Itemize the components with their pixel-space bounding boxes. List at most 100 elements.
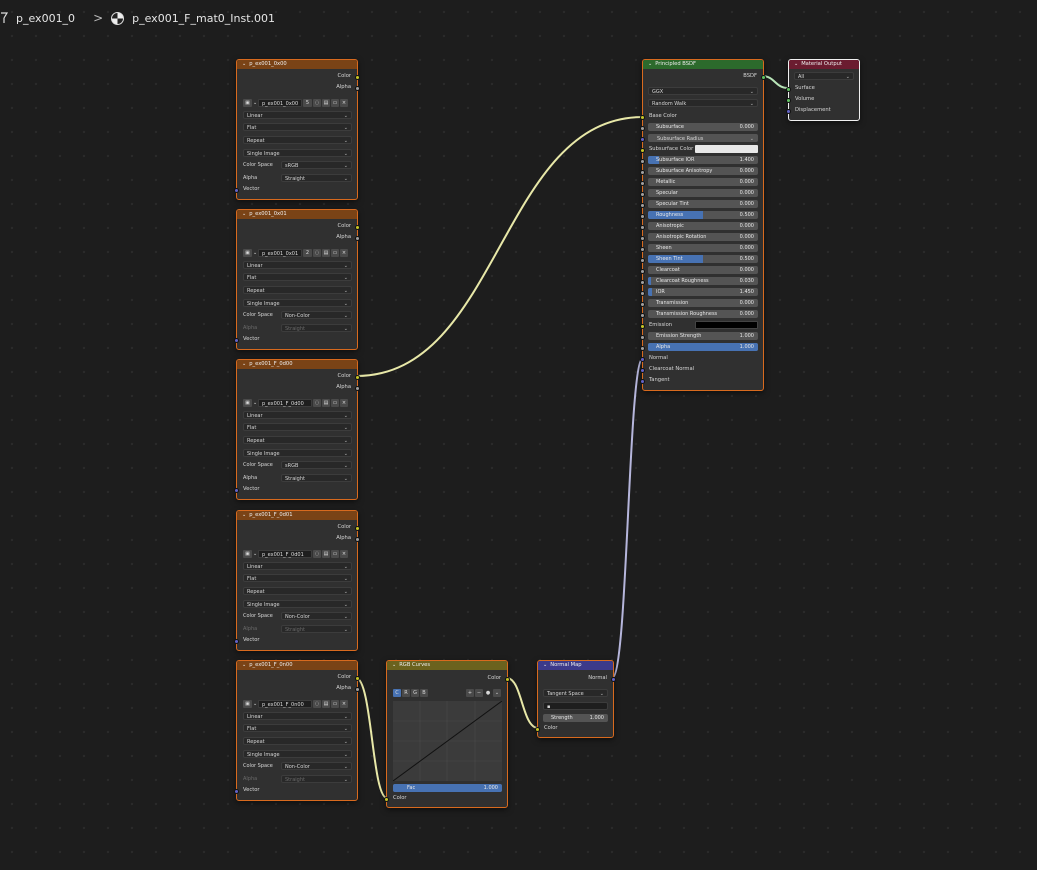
node-header[interactable]: ⌄ Principled BSDF xyxy=(643,60,763,69)
users-count[interactable]: 5 xyxy=(303,98,312,107)
node-header[interactable]: ⌄ Material Output xyxy=(789,60,859,69)
image-texture-node[interactable]: ⌄ p_ex001_F_0d01 Color Alpha ▣ ⌄ p_ex001_F_0d0… xyxy=(234,510,360,651)
image-browse-icon[interactable]: ▣ xyxy=(243,549,252,558)
fake-user-icon[interactable]: ◌ xyxy=(313,398,321,407)
subsurface-slider[interactable]: Subsurface 0.000 xyxy=(648,123,758,131)
color-output-socket[interactable] xyxy=(355,75,360,80)
subsurface-radius-dropdown[interactable]: Subsurface Radius ⌄ xyxy=(648,134,758,142)
channel-tab-g[interactable]: G xyxy=(411,689,419,697)
image-browse-icon[interactable]: ▣ xyxy=(243,248,252,257)
node-header[interactable]: ⌄ p_ex001_F_0d01 xyxy=(237,511,357,520)
subsurface-color-socket[interactable] xyxy=(640,148,645,153)
image-browse-icon[interactable]: ▣ xyxy=(243,398,252,407)
bsdf-slider[interactable]: Anisotropic 0.000 xyxy=(648,222,758,230)
base-color-socket[interactable] xyxy=(640,115,645,120)
volume-socket[interactable] xyxy=(786,98,791,103)
slider-socket[interactable] xyxy=(640,159,645,164)
interpolation-dropdown[interactable]: Linear ⌄ xyxy=(243,411,352,419)
image-texture-node[interactable]: ⌄ p_ex001_F_0n00 Color Alpha ▣ ⌄ p_ex001_F_0n0… xyxy=(234,660,360,801)
image-name-field[interactable]: p_ex001_F_0d01 xyxy=(258,549,312,558)
fake-user-icon[interactable]: ◌ xyxy=(313,248,321,257)
image-name-field[interactable]: p_ex001_F_0n00 xyxy=(258,699,312,708)
breadcrumb-object[interactable]: p_ex001_0 xyxy=(16,12,75,25)
source-dropdown[interactable]: Single Image ⌄ xyxy=(243,449,352,457)
fake-user-icon[interactable]: ◌ xyxy=(313,549,321,558)
alpha-output-socket[interactable] xyxy=(355,86,360,91)
slider-socket[interactable] xyxy=(640,214,645,219)
new-image-icon[interactable]: ▤ xyxy=(322,398,330,407)
collapse-arrow-icon[interactable]: ⌄ xyxy=(242,210,246,219)
collapse-arrow-icon[interactable]: ⌄ xyxy=(242,511,246,520)
channel-tab-r[interactable]: R xyxy=(402,689,410,697)
source-dropdown[interactable]: Single Image ⌄ xyxy=(243,750,352,758)
slider-socket[interactable] xyxy=(640,258,645,263)
bsdf-slider[interactable]: Transmission Roughness 0.000 xyxy=(648,310,758,318)
users-count[interactable]: 2 xyxy=(303,248,312,257)
slider-socket[interactable] xyxy=(640,302,645,307)
bsdf-slider[interactable]: Subsurface IOR 1.400 xyxy=(648,156,758,164)
fac-slider[interactable]: Fac 1.000 xyxy=(393,784,502,792)
color-space-dropdown[interactable]: sRGB ⌄ xyxy=(281,161,352,169)
image-browse-icon[interactable]: ▣ xyxy=(243,98,252,107)
emission-socket[interactable] xyxy=(640,324,645,329)
projection-dropdown[interactable]: Flat ⌄ xyxy=(243,123,352,131)
vector-input-socket[interactable] xyxy=(234,338,239,343)
subsurface-color-swatch[interactable] xyxy=(695,145,758,153)
bsdf-slider[interactable]: Clearcoat 0.000 xyxy=(648,266,758,274)
open-folder-icon[interactable]: ▭ xyxy=(331,248,339,257)
new-image-icon[interactable]: ▤ xyxy=(322,549,330,558)
interpolation-dropdown[interactable]: Linear ⌄ xyxy=(243,712,352,720)
source-dropdown[interactable]: Single Image ⌄ xyxy=(243,600,352,608)
alpha-mode-dropdown[interactable]: Straight ⌄ xyxy=(281,174,352,182)
slider-socket[interactable] xyxy=(640,192,645,197)
collapse-arrow-icon[interactable]: ⌄ xyxy=(794,60,798,69)
extension-dropdown[interactable]: Repeat ⌄ xyxy=(243,737,352,745)
node-header[interactable]: ⌄ p_ex001_F_0d00 xyxy=(237,360,357,369)
interpolation-dropdown[interactable]: Linear ⌄ xyxy=(243,261,352,269)
collapse-arrow-icon[interactable]: ⌄ xyxy=(242,60,246,69)
node-header[interactable]: ⌄ RGB Curves xyxy=(387,661,507,670)
node-header[interactable]: ⌄ p_ex001_0x01 xyxy=(237,210,357,219)
projection-dropdown[interactable]: Flat ⌄ xyxy=(243,724,352,732)
image-name-field[interactable]: p_ex001_0x01 xyxy=(258,248,302,257)
chevron-down-icon[interactable]: ⌄ xyxy=(493,689,501,697)
slider-socket[interactable] xyxy=(640,181,645,186)
source-dropdown[interactable]: Single Image ⌄ xyxy=(243,149,352,157)
extension-dropdown[interactable]: Repeat ⌄ xyxy=(243,286,352,294)
close-icon[interactable]: × xyxy=(340,98,348,107)
vector-input-socket[interactable] xyxy=(234,639,239,644)
slider-socket[interactable] xyxy=(640,170,645,175)
alpha-socket[interactable] xyxy=(640,346,645,351)
color-space-dropdown[interactable]: sRGB ⌄ xyxy=(281,461,352,469)
subsurface-method-dropdown[interactable]: Random Walk ⌄ xyxy=(648,99,758,107)
color-space-dropdown[interactable]: Non-Color ⌄ xyxy=(281,311,352,319)
vector-input-socket[interactable] xyxy=(234,188,239,193)
color-output-socket[interactable] xyxy=(355,526,360,531)
new-image-icon[interactable]: ▤ xyxy=(322,248,330,257)
new-image-icon[interactable]: ▤ xyxy=(322,699,330,708)
alpha-slider[interactable]: Alpha 1.000 xyxy=(648,343,758,351)
alpha-mode-dropdown[interactable]: Straight ⌄ xyxy=(281,775,352,783)
color-space-dropdown[interactable]: Non-Color ⌄ xyxy=(281,612,352,620)
open-folder-icon[interactable]: ▭ xyxy=(331,699,339,708)
normal-output-socket[interactable] xyxy=(611,677,616,682)
emission-strength-slider[interactable]: Emission Strength 1.000 xyxy=(648,332,758,340)
open-folder-icon[interactable]: ▭ xyxy=(331,549,339,558)
color-output-socket[interactable] xyxy=(355,375,360,380)
surface-socket[interactable] xyxy=(786,87,791,92)
bsdf-slider[interactable]: Metallic 0.000 xyxy=(648,178,758,186)
extension-dropdown[interactable]: Repeat ⌄ xyxy=(243,587,352,595)
alpha-output-socket[interactable] xyxy=(355,687,360,692)
color-output-socket[interactable] xyxy=(505,677,510,682)
channel-tab-c[interactable]: C xyxy=(393,689,401,697)
alpha-mode-dropdown[interactable]: Straight ⌄ xyxy=(281,474,352,482)
bsdf-slider[interactable]: Anisotropic Rotation 0.000 xyxy=(648,233,758,241)
tangent-socket[interactable] xyxy=(640,379,645,384)
distribution-dropdown[interactable]: GGX ⌄ xyxy=(648,87,758,95)
fake-user-icon[interactable]: ◌ xyxy=(313,699,321,708)
close-icon[interactable]: × xyxy=(340,398,348,407)
zoom-in-icon[interactable]: + xyxy=(466,689,474,697)
slider-socket[interactable] xyxy=(640,313,645,318)
close-icon[interactable]: × xyxy=(340,699,348,708)
slider-socket[interactable] xyxy=(640,280,645,285)
